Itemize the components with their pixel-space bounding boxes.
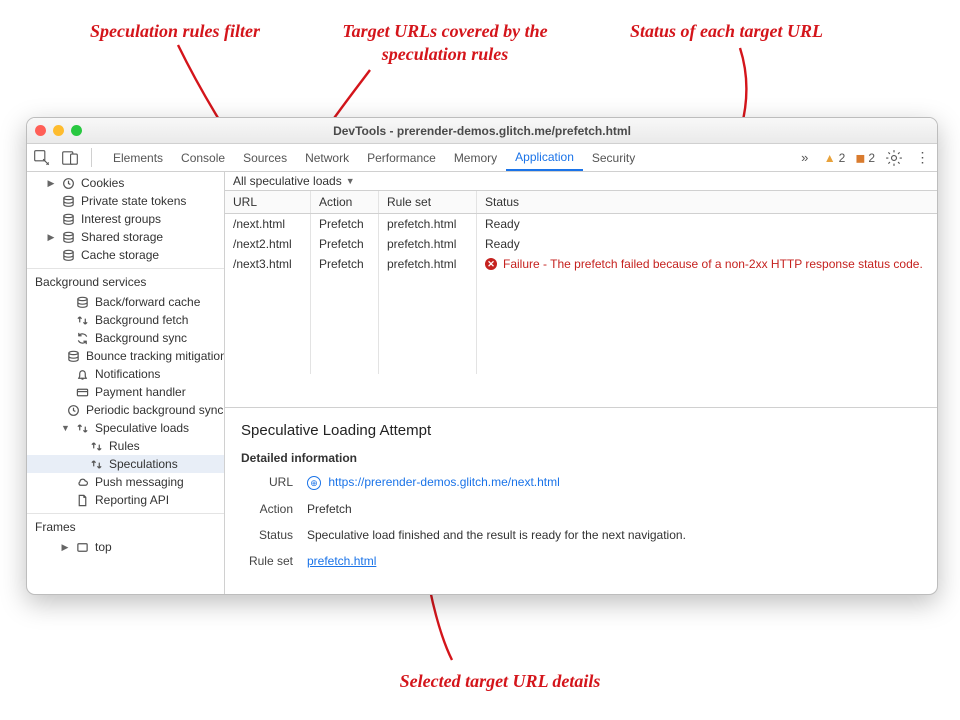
annotation-details: Selected target URL details <box>370 670 630 693</box>
ud-icon <box>89 439 103 453</box>
titlebar: DevTools - prerender-demos.glitch.me/pre… <box>27 118 937 144</box>
minimize-icon[interactable] <box>53 125 64 136</box>
sidebar-item-cache-storage[interactable]: Cache storage <box>27 246 224 264</box>
db-icon <box>61 230 75 244</box>
detail-action-value: Prefetch <box>307 502 921 516</box>
close-icon[interactable] <box>35 125 46 136</box>
sidebar-item-top[interactable]: ▶top <box>27 538 224 556</box>
table-header: URL Action Rule set Status <box>225 191 937 214</box>
link-icon: ⊕ <box>307 476 321 490</box>
table-row[interactable]: /next2.htmlPrefetchprefetch.htmlReady <box>225 234 937 254</box>
application-sidebar: ▶CookiesPrivate state tokensInterest gro… <box>27 172 225 594</box>
window-title: DevTools - prerender-demos.glitch.me/pre… <box>27 124 937 138</box>
sidebar-item-shared-storage[interactable]: ▶Shared storage <box>27 228 224 246</box>
sidebar-item-payment-handler[interactable]: Payment handler <box>27 383 224 401</box>
page-icon <box>75 493 89 507</box>
devtools-window: DevTools - prerender-demos.glitch.me/pre… <box>26 117 938 595</box>
traffic-lights <box>35 125 82 136</box>
detail-subtitle: Detailed information <box>241 451 921 465</box>
sidebar-item-notifications[interactable]: Notifications <box>27 365 224 383</box>
detail-title: Speculative Loading Attempt <box>241 422 921 439</box>
card-icon <box>75 385 89 399</box>
sidebar-item-back-forward-cache[interactable]: Back/forward cache <box>27 293 224 311</box>
db-icon <box>61 194 75 208</box>
error-icon: ✕ <box>485 258 497 270</box>
col-status[interactable]: Status <box>477 191 937 213</box>
inspect-icon[interactable] <box>33 144 51 171</box>
tab-elements[interactable]: Elements <box>104 144 172 171</box>
sidebar-item-speculations[interactable]: Speculations <box>27 455 224 473</box>
db-icon <box>61 212 75 226</box>
annotation-targets: Target URLs covered by the speculation r… <box>330 20 560 65</box>
sidebar-group-frames: Frames <box>27 513 224 538</box>
sidebar-item-rules[interactable]: Rules <box>27 437 224 455</box>
sidebar-item-reporting-api[interactable]: Reporting API <box>27 491 224 509</box>
annotation-status: Status of each target URL <box>630 20 890 43</box>
col-action[interactable]: Action <box>311 191 379 213</box>
detail-pane: Speculative Loading Attempt Detailed inf… <box>225 408 937 594</box>
ud-icon <box>89 457 103 471</box>
col-rule[interactable]: Rule set <box>379 191 477 213</box>
settings-icon[interactable] <box>885 149 903 167</box>
tab-security[interactable]: Security <box>583 144 644 171</box>
tab-console[interactable]: Console <box>172 144 234 171</box>
sidebar-item-private-state-tokens[interactable]: Private state tokens <box>27 192 224 210</box>
sidebar-item-push-messaging[interactable]: Push messaging <box>27 473 224 491</box>
chevron-down-icon[interactable]: ▼ <box>346 176 355 186</box>
filter-row: All speculative loads ▼ <box>225 172 937 191</box>
warnings-flag[interactable]: ◼2 <box>855 151 875 165</box>
clock-icon <box>67 403 80 417</box>
more-tabs-icon[interactable]: » <box>796 144 814 171</box>
sync-icon <box>75 331 89 345</box>
frame-icon <box>75 540 89 554</box>
sidebar-item-background-sync[interactable]: Background sync <box>27 329 224 347</box>
sidebar-item-periodic-background-sync[interactable]: Periodic background sync <box>27 401 224 419</box>
main-content: All speculative loads ▼ URL Action Rule … <box>225 172 937 594</box>
db-icon <box>75 295 89 309</box>
detail-status-value: Speculative load finished and the result… <box>307 528 921 542</box>
detail-ruleset-label: Rule set <box>241 554 293 568</box>
panel-tabs: ElementsConsoleSourcesNetworkPerformance… <box>27 144 937 172</box>
table-row[interactable]: /next3.htmlPrefetchprefetch.html✕Failure… <box>225 254 937 274</box>
tab-application[interactable]: Application <box>506 144 583 171</box>
sidebar-item-cookies[interactable]: ▶Cookies <box>27 174 224 192</box>
cloud-icon <box>75 475 89 489</box>
detail-ruleset-value[interactable]: prefetch.html <box>307 554 376 568</box>
tabs-row: ElementsConsoleSourcesNetworkPerformance… <box>104 144 786 171</box>
db-icon <box>61 248 75 262</box>
tab-memory[interactable]: Memory <box>445 144 506 171</box>
device-icon[interactable] <box>61 144 79 171</box>
table-body: /next.htmlPrefetchprefetch.htmlReady/nex… <box>225 214 937 408</box>
sidebar-item-background-fetch[interactable]: Background fetch <box>27 311 224 329</box>
detail-url-value[interactable]: https://prerender-demos.glitch.me/next.h… <box>328 475 559 489</box>
detail-status-label: Status <box>241 528 293 542</box>
table-row[interactable]: /next.htmlPrefetchprefetch.htmlReady <box>225 214 937 234</box>
zoom-icon[interactable] <box>71 125 82 136</box>
sidebar-item-speculative-loads[interactable]: ▼Speculative loads <box>27 419 224 437</box>
db-icon <box>67 349 80 363</box>
detail-action-label: Action <box>241 502 293 516</box>
speculative-filter[interactable]: All speculative loads <box>233 174 342 188</box>
bell-icon <box>75 367 89 381</box>
ud-icon <box>75 421 89 435</box>
sidebar-group-background: Background services <box>27 268 224 293</box>
warnings-triangle[interactable]: ▲2 <box>824 151 846 165</box>
clock-icon <box>61 176 75 190</box>
tab-network[interactable]: Network <box>296 144 358 171</box>
annotation-filter: Speculation rules filter <box>90 20 320 43</box>
kebab-icon[interactable]: ⋮ <box>913 149 931 166</box>
detail-url-label: URL <box>241 475 293 490</box>
sidebar-item-interest-groups[interactable]: Interest groups <box>27 210 224 228</box>
tab-performance[interactable]: Performance <box>358 144 445 171</box>
tab-sources[interactable]: Sources <box>234 144 296 171</box>
col-url[interactable]: URL <box>225 191 311 213</box>
sidebar-item-bounce-tracking-mitigations[interactable]: Bounce tracking mitigations <box>27 347 224 365</box>
ud-icon <box>75 313 89 327</box>
